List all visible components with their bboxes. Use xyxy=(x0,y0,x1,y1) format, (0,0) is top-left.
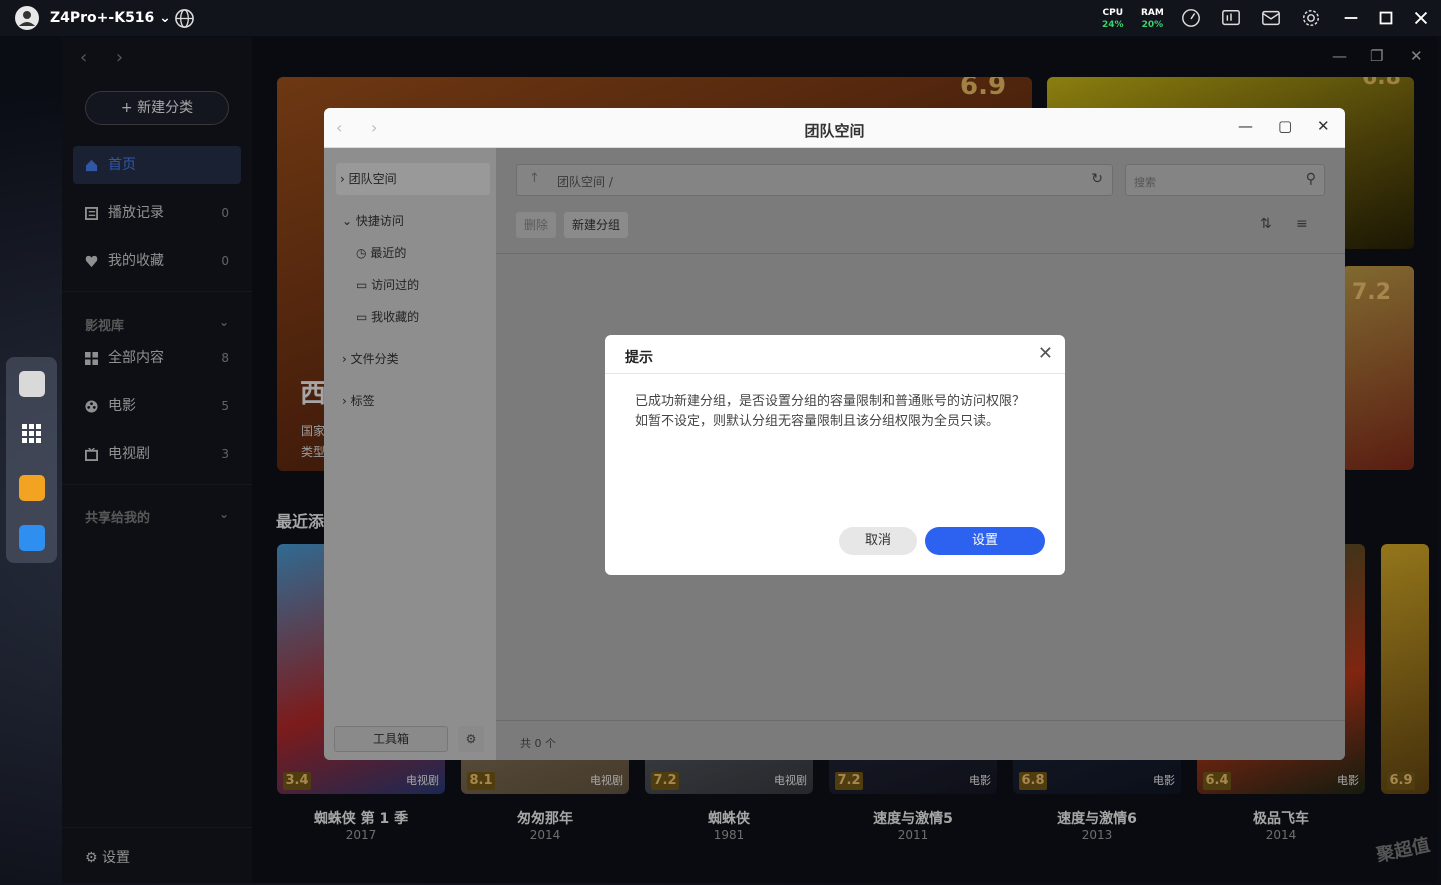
system-topbar: Z4Pro+-K516 ⌄ CPU 24% RAM 20% xyxy=(0,0,1441,36)
globe-icon[interactable] xyxy=(174,8,195,29)
fm-sidebar-label: 最近的 xyxy=(370,246,407,260)
clock-icon: ◷ xyxy=(356,246,367,260)
fm-sidebar-label: 文件分类 xyxy=(350,352,399,366)
user-avatar-icon[interactable] xyxy=(15,6,39,30)
divider xyxy=(496,253,1345,254)
fm-close-icon[interactable]: ✕ xyxy=(1317,117,1330,135)
close-icon[interactable] xyxy=(1410,8,1432,28)
maximize-icon[interactable] xyxy=(1375,8,1397,28)
fm-sidebar-label: 标签 xyxy=(350,394,375,408)
set-button[interactable]: 设置 xyxy=(925,527,1045,555)
cpu-value: 24% xyxy=(1102,20,1124,30)
fm-minimize-icon[interactable]: — xyxy=(1238,117,1253,135)
sort-icon[interactable]: ⇅ xyxy=(1260,216,1272,232)
ram-value: 20% xyxy=(1141,20,1164,30)
settings-gear-icon[interactable] xyxy=(1300,8,1322,28)
fm-sidebar-favorites[interactable]: ▭ 我收藏的 xyxy=(356,301,419,333)
dialog-title: 提示 xyxy=(625,350,653,366)
desktop-app-icon[interactable] xyxy=(19,371,45,397)
ram-usage: RAM 20% xyxy=(1141,7,1164,31)
app-dock xyxy=(6,357,57,563)
fm-sidebar: › 团队空间 ⌄ 快捷访问 ◷ 最近的 ▭ 访问过的 ▭ 我收藏的 › 文件分类… xyxy=(324,148,496,760)
path-text: 团队空间 / xyxy=(557,175,613,189)
dialog-header: 提示 ✕ xyxy=(605,335,1065,374)
dialog-message: 已成功新建分组，是否设置分组的容量限制和普通账号的访问权限？如暂不设定，则默认分… xyxy=(635,394,1026,429)
cpu-usage: CPU 24% xyxy=(1102,7,1124,31)
chevron-right-icon: › xyxy=(342,394,347,408)
mail-icon[interactable] xyxy=(1260,8,1282,28)
minimize-icon[interactable] xyxy=(1340,8,1362,28)
toolbox-button[interactable]: 工具箱 xyxy=(334,726,448,752)
up-arrow-icon[interactable]: ↑ xyxy=(529,171,540,186)
delete-button[interactable]: 删除 xyxy=(516,212,556,238)
search-icon[interactable]: ⚲ xyxy=(1306,171,1316,187)
fm-sidebar-visited[interactable]: ▭ 访问过的 xyxy=(356,269,419,301)
fm-sidebar-team-space[interactable]: › 团队空间 xyxy=(336,163,490,195)
ram-label: RAM xyxy=(1141,8,1164,18)
monitor-stat-icon[interactable] xyxy=(1220,8,1242,28)
search-input[interactable]: 搜索 ⚲ xyxy=(1125,164,1325,196)
search-placeholder: 搜索 xyxy=(1134,176,1156,189)
fm-sidebar-label: 团队空间 xyxy=(348,172,397,186)
device-name: Z4Pro+-K516 xyxy=(50,10,155,26)
fm-sidebar-label: 访问过的 xyxy=(371,278,420,292)
fm-sidebar-quick-access[interactable]: ⌄ 快捷访问 xyxy=(342,205,404,237)
refresh-icon[interactable]: ↻ xyxy=(1091,171,1103,187)
team-space-app-icon[interactable] xyxy=(19,525,45,551)
device-selector[interactable]: Z4Pro+-K516 ⌄ xyxy=(50,10,171,26)
fm-sidebar-tags[interactable]: › 标签 xyxy=(342,385,375,417)
path-bar[interactable]: ↑ 团队空间 / ↻ xyxy=(516,164,1113,196)
new-group-button[interactable]: 新建分组 xyxy=(564,212,628,238)
list-view-icon[interactable]: ≡ xyxy=(1296,216,1308,232)
folder-star-icon: ▭ xyxy=(356,310,368,324)
prompt-dialog: 提示 ✕ 已成功新建分组，是否设置分组的容量限制和普通账号的访问权限？如暂不设定… xyxy=(605,335,1065,575)
fm-sidebar-recent[interactable]: ◷ 最近的 xyxy=(356,237,406,269)
team-space-title: 团队空间 xyxy=(804,122,865,140)
chevron-right-icon: › xyxy=(342,352,347,366)
app-grid-icon[interactable] xyxy=(19,421,45,447)
fm-sidebar-file-category[interactable]: › 文件分类 xyxy=(342,343,399,375)
fm-footer: 共 0 个 xyxy=(496,720,1345,760)
cancel-button[interactable]: 取消 xyxy=(839,527,917,555)
dialog-close-icon[interactable]: ✕ xyxy=(1038,343,1053,364)
cpu-label: CPU xyxy=(1102,8,1124,18)
speedometer-icon[interactable] xyxy=(1180,8,1202,28)
fm-gear-icon[interactable]: ⚙ xyxy=(458,726,484,752)
video-app-icon[interactable] xyxy=(19,475,45,501)
fm-maximize-icon[interactable]: ▢ xyxy=(1278,117,1292,135)
team-space-titlebar: ‹ › 团队空间 — ▢ ✕ xyxy=(324,108,1345,148)
item-count: 共 0 个 xyxy=(520,737,556,750)
chevron-down-icon: ⌄ xyxy=(342,214,353,228)
folder-icon: ▭ xyxy=(356,278,368,292)
fm-sidebar-label: 我收藏的 xyxy=(371,310,420,324)
fm-sidebar-label: 快捷访问 xyxy=(355,214,404,228)
chevron-right-icon: › xyxy=(340,172,345,186)
